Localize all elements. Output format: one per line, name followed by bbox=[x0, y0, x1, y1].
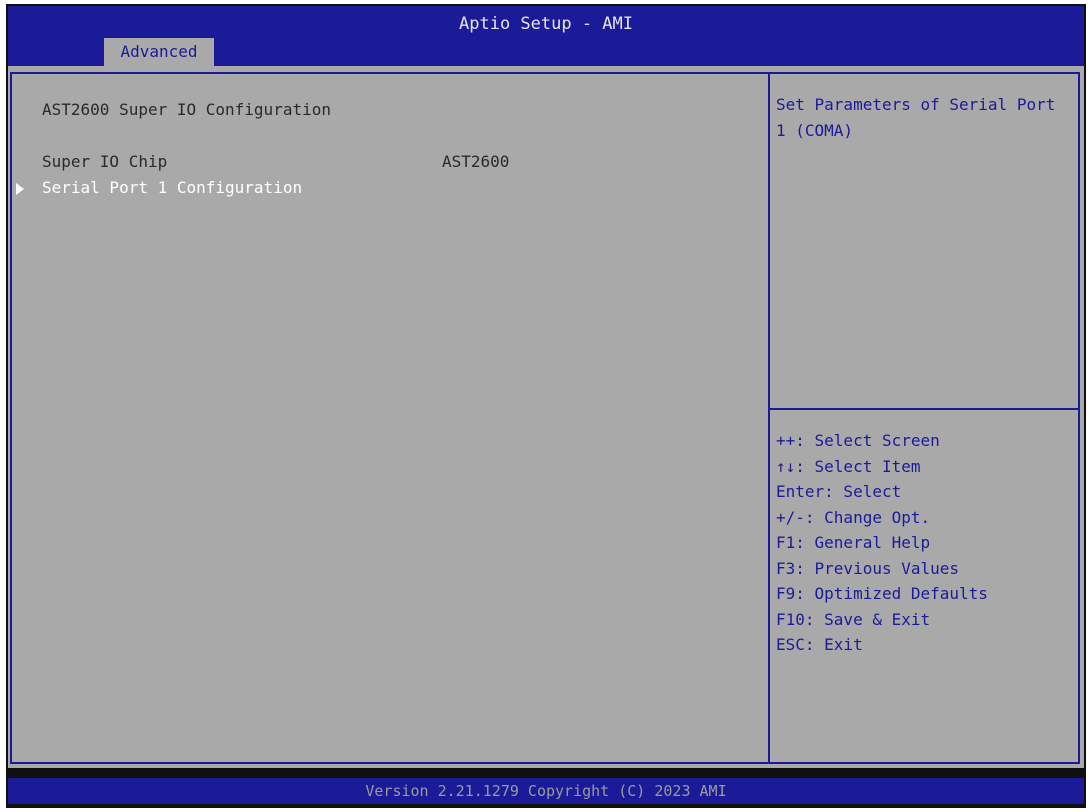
key-hint-optimized-defaults: F9: Optimized Defaults bbox=[776, 584, 988, 603]
bios-screen: Aptio Setup - AMI Advanced AST2600 Super… bbox=[6, 4, 1086, 808]
footer-bar: Version 2.21.1279 Copyright (C) 2023 AMI bbox=[8, 778, 1084, 804]
item-label: Super IO Chip bbox=[42, 152, 168, 171]
submenu-arrow-icon bbox=[16, 183, 24, 195]
key-hint-save-exit: F10: Save & Exit bbox=[776, 609, 931, 629]
key-hint-select-screen: ++: Select Screen bbox=[776, 431, 940, 450]
help-panel: Set Parameters of Serial Port 1 (COMA) +… bbox=[768, 72, 1080, 764]
key-legend: ++: Select Screen ↑↓: Select Item Enter:… bbox=[776, 428, 988, 658]
item-label: Serial Port 1 Configuration bbox=[42, 178, 303, 197]
key-hint-select-item: ↑↓: Select Item bbox=[776, 456, 921, 476]
key-hint-general-help: F1: General Help bbox=[776, 533, 931, 552]
page-title: AST2600 Super IO Configuration bbox=[42, 100, 331, 119]
item-value: AST2600 bbox=[442, 152, 510, 171]
window-title: Aptio Setup - AMI bbox=[459, 14, 633, 34]
content-area: AST2600 Super IO Configuration Super IO … bbox=[8, 66, 1084, 768]
help-divider bbox=[770, 408, 1078, 410]
key-hint-previous-values: F3: Previous Values bbox=[776, 558, 960, 578]
key-hint-change-opt: +/-: Change Opt. bbox=[776, 507, 931, 527]
tab-advanced[interactable]: Advanced bbox=[104, 38, 214, 66]
key-hint-esc-exit: ESC: Exit bbox=[776, 635, 863, 654]
header-bar: Aptio Setup - AMI Advanced bbox=[8, 6, 1084, 66]
help-text: Set Parameters of Serial Port 1 (COMA) bbox=[776, 95, 1056, 140]
main-panel: AST2600 Super IO Configuration Super IO … bbox=[10, 72, 770, 764]
key-hint-enter: Enter: Select bbox=[776, 482, 902, 501]
